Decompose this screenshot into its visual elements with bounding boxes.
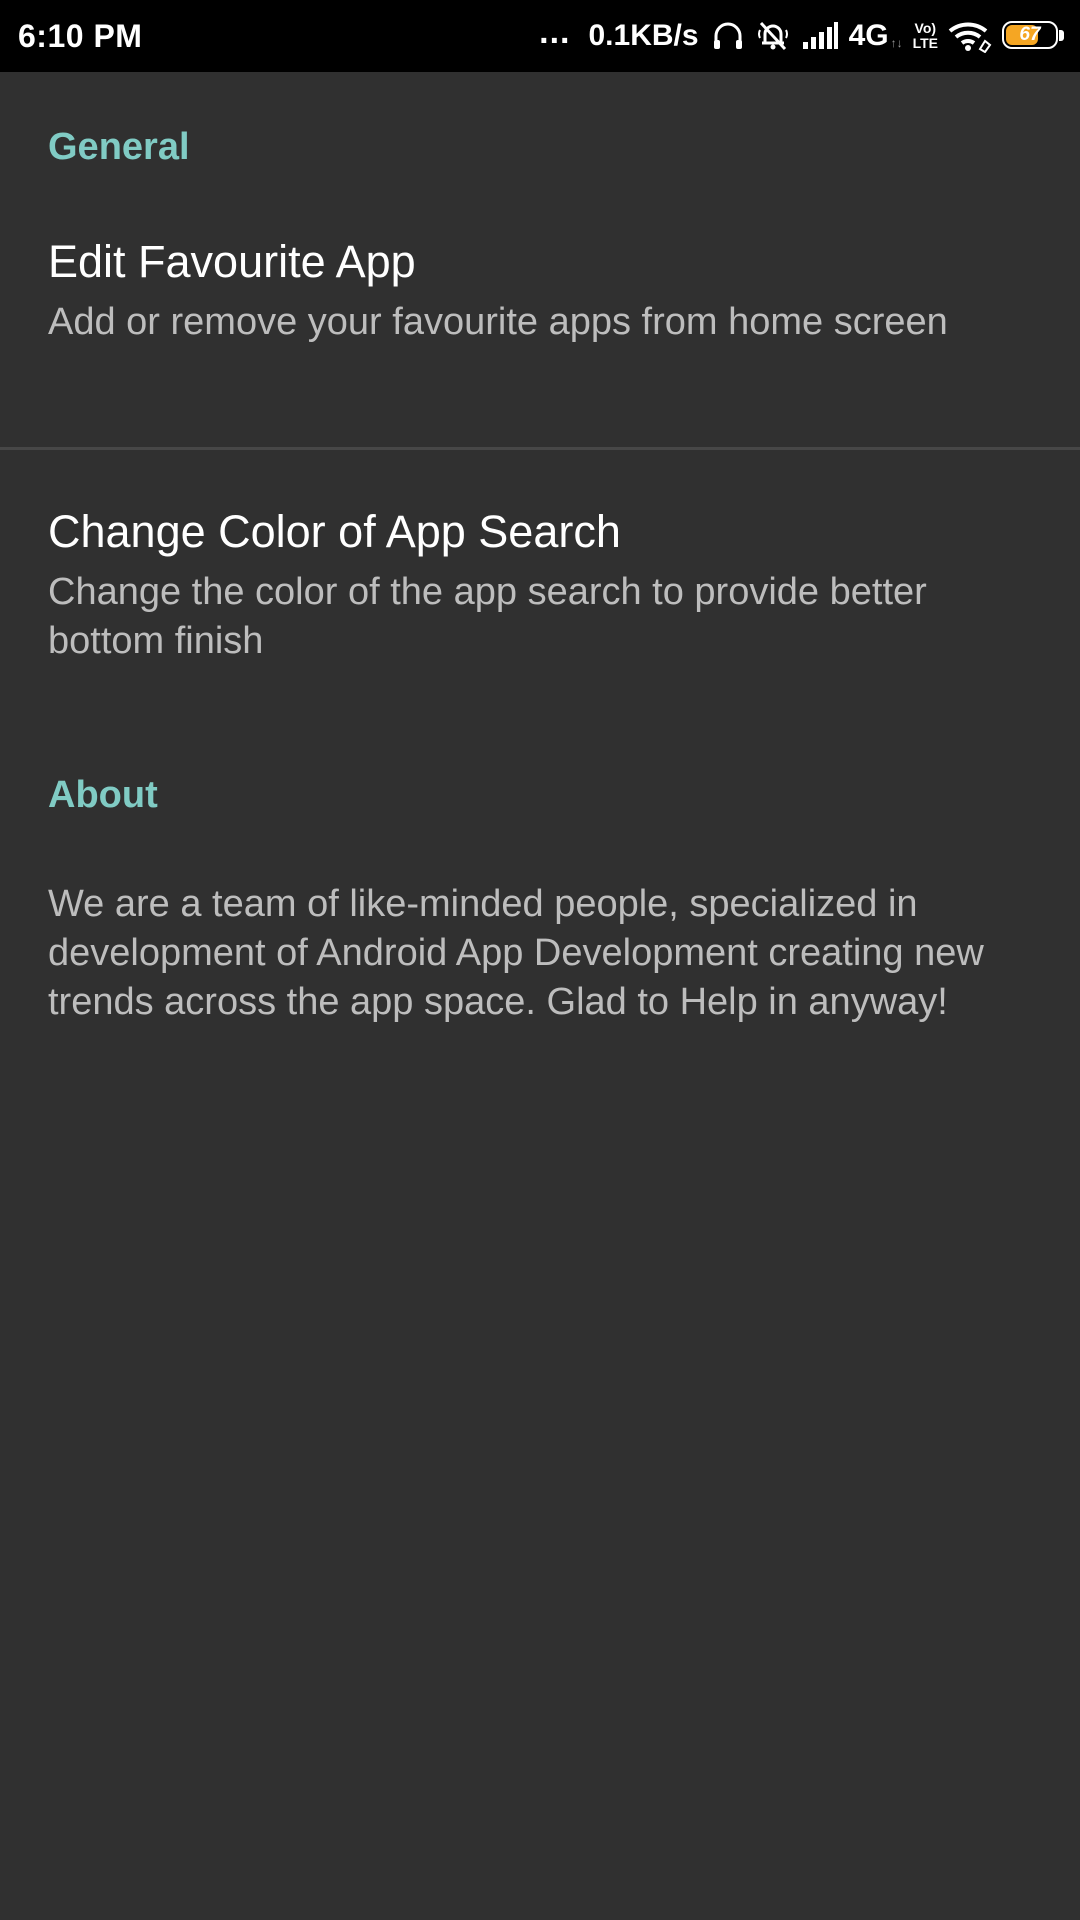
wifi-icon (948, 19, 992, 53)
status-icons: ... 0.1KB/s 4G ↑↓ Vo) LTE 67 (539, 0, 1064, 72)
pref-summary: Change the color of the app search to pr… (48, 571, 927, 662)
pref-change-color-app-search[interactable]: Change Color of App Search Change the co… (0, 492, 1080, 702)
volte-top-label: Vo) (914, 20, 937, 36)
pref-title: Edit Favourite App (48, 236, 416, 287)
status-time: 6:10 PM (18, 18, 143, 54)
data-activity-icon: ↑↓ (890, 36, 903, 50)
pref-edit-favourite-app[interactable]: Edit Favourite App Add or remove your fa… (0, 222, 1080, 430)
more-notifications-indicator: ... (539, 13, 571, 51)
signal-icon (801, 21, 839, 51)
section-header-general: General (48, 126, 190, 168)
mute-bell-icon (755, 18, 791, 54)
volte-bottom-label: LTE (912, 35, 938, 51)
divider (0, 447, 1080, 450)
battery-level: 67 (1019, 24, 1041, 45)
network-type: 4G (848, 19, 889, 52)
status-bar: 6:10 PM ... 0.1KB/s 4G ↑↓ Vo) LTE 67 (0, 0, 1080, 72)
section-header-about: About (48, 774, 158, 816)
about-description: We are a team of like-minded people, spe… (48, 883, 984, 1023)
headphones-icon (711, 19, 745, 53)
battery-icon: 67 (1002, 21, 1064, 51)
volte-indicator: Vo) LTE (913, 21, 938, 51)
network-speed: 0.1KB/s (588, 19, 699, 52)
pref-summary: Add or remove your favourite apps from h… (48, 301, 948, 343)
pref-title: Change Color of App Search (48, 506, 621, 557)
